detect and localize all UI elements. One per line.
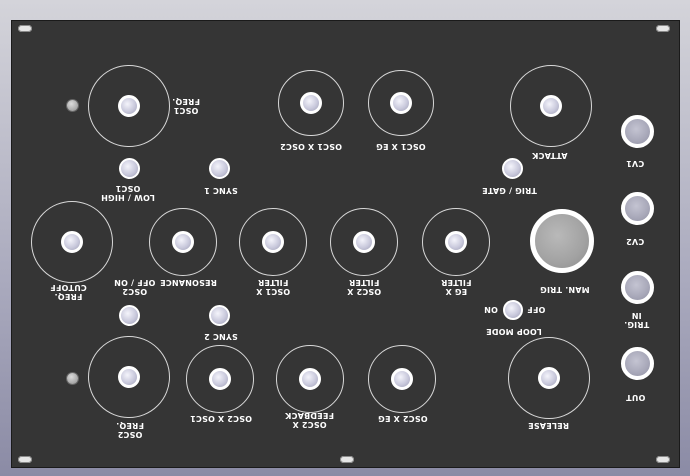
freq-cutoff-knob[interactable] — [61, 231, 83, 253]
resonance-label: RESONANCE — [160, 278, 217, 287]
low-high-label: LOW / HIGH OSC1 — [101, 184, 155, 202]
screw-icon — [18, 456, 32, 463]
osc1-x-filter-knob[interactable] — [262, 231, 284, 253]
trig-gate-switch-knob[interactable] — [502, 158, 523, 179]
sync2-knob[interactable] — [209, 305, 230, 326]
osc2-x-feedback-knob[interactable] — [299, 368, 321, 390]
cv2-label: CV2 — [626, 237, 645, 246]
osc2-off-on-switch-knob[interactable] — [119, 305, 140, 326]
osc2-x-eg-label: OSC2 X EG — [378, 414, 428, 423]
trig-in-jack[interactable] — [621, 271, 654, 304]
out-jack[interactable] — [621, 347, 654, 380]
osc1-freq-knob[interactable] — [118, 95, 140, 117]
man-trig-label: MAN. TRIG — [540, 285, 590, 294]
osc2-freq-label: OSC2 FREQ. — [116, 421, 144, 439]
sync2-label: SYNC 2 — [204, 332, 238, 341]
osc1-x-filter-label: OSC1 X FILTER — [256, 278, 291, 296]
osc1-freq-label: OSC1 FREQ. — [172, 97, 200, 115]
osc2-off-on-label: OSC2 OFF / ON — [114, 278, 156, 296]
osc2-x-osc1-knob[interactable] — [209, 368, 231, 390]
screw-icon — [18, 25, 32, 32]
trig-gate-label: TRIG / GATE — [482, 186, 537, 195]
eg-x-filter-knob[interactable] — [445, 231, 467, 253]
screw-icon — [340, 456, 354, 463]
manual-trigger-button[interactable] — [530, 209, 594, 273]
osc2-x-filter-knob[interactable] — [353, 231, 375, 253]
osc2-x-osc1-label: OSC2 X OSC1 — [190, 414, 252, 423]
led-icon — [67, 100, 78, 111]
cv1-label: CV1 — [626, 159, 645, 168]
loop-mode-label: LOOP MODE — [486, 327, 542, 336]
led-icon — [67, 373, 78, 384]
loop-on-label: ON — [484, 305, 498, 314]
low-high-switch-knob[interactable] — [119, 158, 140, 179]
osc1-x-osc2-label: OSC1 X OSC2 — [280, 142, 342, 151]
sync1-label: SYNC 1 — [204, 186, 238, 195]
release-knob[interactable] — [538, 367, 560, 389]
cv1-jack[interactable] — [621, 115, 654, 148]
osc2-x-feedback-label: OSC2 X FEEDBACK — [285, 411, 334, 429]
loop-off-label: OFF — [527, 305, 546, 314]
resonance-knob[interactable] — [172, 231, 194, 253]
release-label: RELEASE — [528, 421, 570, 430]
screw-icon — [656, 456, 670, 463]
attack-label: ATTACK — [532, 151, 568, 160]
osc1-x-eg-knob[interactable] — [390, 92, 412, 114]
attack-knob[interactable] — [540, 95, 562, 117]
sync1-knob[interactable] — [209, 158, 230, 179]
eg-x-filter-label: EG X FILTER — [441, 278, 472, 296]
osc2-freq-knob[interactable] — [118, 366, 140, 388]
osc2-x-eg-knob[interactable] — [391, 368, 413, 390]
module-panel: OSC1 FREQ. OSC1 X OSC2 OSC1 X EG ATTACK C… — [11, 20, 680, 468]
freq-cutoff-label: FREQ. CUTOFF — [50, 283, 87, 301]
cv2-jack[interactable] — [621, 192, 654, 225]
osc1-x-eg-label: OSC1 X EG — [376, 142, 426, 151]
trig-in-label: TRIG. IN — [624, 311, 650, 329]
osc2-x-filter-label: OSC2 X FILTER — [347, 278, 382, 296]
out-label: OUT — [626, 393, 646, 402]
loop-mode-switch-knob[interactable] — [503, 300, 523, 320]
screw-icon — [656, 25, 670, 32]
osc1-x-osc2-knob[interactable] — [300, 92, 322, 114]
